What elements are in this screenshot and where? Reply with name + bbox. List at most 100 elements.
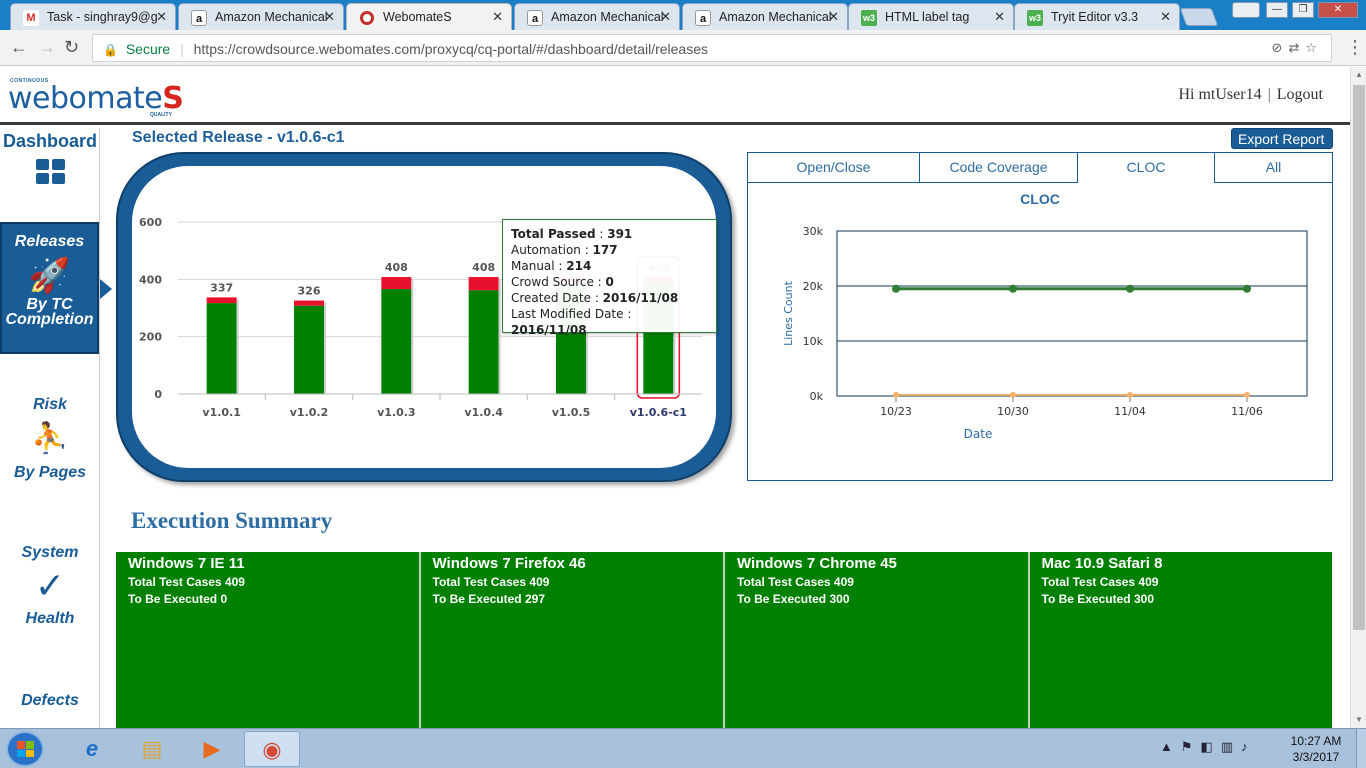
network-icon[interactable]: ▥ xyxy=(1221,739,1241,754)
bar-passed xyxy=(206,303,237,394)
greeting: Hi mtUser14 xyxy=(1178,86,1262,103)
office-icon[interactable]: ◧ xyxy=(1201,739,1221,754)
logo-text: webomate xyxy=(8,81,163,116)
logout-link[interactable]: Logout xyxy=(1277,86,1323,103)
browser-tab[interactable]: a Amazon Mechanical ✕ xyxy=(682,3,848,30)
close-window-icon[interactable]: ✕ xyxy=(1318,2,1358,18)
forward-arrow-icon[interactable]: → xyxy=(38,37,56,58)
browser-tab[interactable]: w3 HTML label tag ✕ xyxy=(848,3,1014,30)
browser-tab[interactable]: a Amazon Mechanical ✕ xyxy=(178,3,344,30)
show-desktop-button[interactable] xyxy=(1356,729,1366,768)
user-area: Hi mtUser14 | Logout xyxy=(1178,86,1323,104)
bar-passed xyxy=(381,289,412,394)
browser-tab[interactable]: w3 Tryit Editor v3.3 ✕ xyxy=(1014,3,1180,30)
series-point xyxy=(1126,284,1134,293)
execution-card[interactable]: Mac 10.9 Safari 8 Total Test Cases 409 T… xyxy=(1029,552,1332,728)
start-button[interactable] xyxy=(6,731,44,767)
internet-explorer-icon[interactable]: e xyxy=(64,731,120,767)
taskbar-clock[interactable]: 10:27 AM 3/3/2017 xyxy=(1282,733,1350,765)
scroll-down-arrow-icon[interactable]: ▼ xyxy=(1351,712,1366,728)
x-tick-label: v1.0.3 xyxy=(377,406,416,419)
close-tab-icon[interactable]: ✕ xyxy=(660,9,671,25)
close-tab-icon[interactable]: ✕ xyxy=(156,9,167,25)
sidebar-item-releases[interactable]: Releases 🚀 By TC Completion xyxy=(0,222,99,354)
url-separator: | xyxy=(180,41,184,57)
address-bar: ← → ↻ 🔒 Secure | https://crowdsource.web… xyxy=(0,30,1366,66)
to-be-executed: To Be Executed 0 xyxy=(128,592,228,606)
rocket-icon: 🚀 xyxy=(28,257,71,295)
tab-title: Amazon Mechanical xyxy=(719,10,832,24)
close-tab-icon[interactable]: ✕ xyxy=(994,9,1005,25)
browser-tab[interactable]: a Amazon Mechanical ✕ xyxy=(514,3,680,30)
chrome-icon[interactable]: ◉ xyxy=(244,731,300,767)
show-hidden-icons[interactable]: ▲ xyxy=(1160,739,1181,754)
close-tab-icon[interactable]: ✕ xyxy=(828,9,839,25)
y-tick-label: 0k xyxy=(810,390,824,403)
release-tooltip: Total Passed : 391 Automation : 177 Manu… xyxy=(502,219,717,337)
y-tick-label: 600 xyxy=(139,216,162,229)
volume-icon[interactable]: ♪ xyxy=(1241,739,1256,754)
cloc-line-chart: 0k 10k 20k 30k 10/23 10/30 11/04 11/06 Date Lines… xyxy=(782,225,1308,441)
close-tab-icon[interactable]: ✕ xyxy=(492,9,503,25)
lock-icon: 🔒 xyxy=(103,43,118,57)
bookmark-star-icon[interactable]: ☆ xyxy=(1305,40,1323,55)
risk-person-icon: ⛹ xyxy=(31,422,69,455)
blocked-popup-icon[interactable]: ⊘ xyxy=(1272,40,1289,55)
webomates-logo[interactable]: webomateS xyxy=(8,81,184,116)
cloc-panel: Open/Close Code Coverage CLOC All CLOC 0… xyxy=(747,152,1333,481)
reload-icon[interactable]: ↻ xyxy=(64,37,79,58)
browser-tab-active[interactable]: WebomateS ✕ xyxy=(346,3,512,30)
back-arrow-icon[interactable]: ← xyxy=(10,37,28,58)
to-be-executed: To Be Executed 297 xyxy=(432,592,546,606)
action-center-icon[interactable]: ⚑ xyxy=(1181,739,1201,754)
file-explorer-icon[interactable]: ▤ xyxy=(124,731,180,767)
x-tick-label: 10/23 xyxy=(880,405,912,418)
sidebar-item-system-health[interactable]: System ✓ Health xyxy=(0,544,100,628)
app-header: CONTINUOUS webomateS QUALITY Hi mtUser14… xyxy=(0,67,1350,125)
sidebar-item-label: System xyxy=(21,544,79,561)
gmail-icon: M xyxy=(23,10,39,26)
y-tick-label: 0 xyxy=(154,388,162,401)
execution-card[interactable]: Windows 7 Chrome 45 Total Test Cases 409… xyxy=(725,552,1030,728)
sidebar-item-sublabel: By TC Completion xyxy=(5,296,94,328)
translate-icon[interactable]: ⇄ xyxy=(1288,40,1305,55)
sidebar-item-defects[interactable]: Defects xyxy=(0,692,100,710)
scroll-thumb[interactable] xyxy=(1353,85,1365,630)
bar-total-label: 408 xyxy=(385,261,408,274)
export-report-button[interactable]: Export Report ▼ xyxy=(1231,128,1333,162)
minimize-icon[interactable]: — xyxy=(1266,2,1288,18)
to-be-executed: To Be Executed 300 xyxy=(1041,592,1155,606)
execution-card[interactable]: Windows 7 IE 11 Total Test Cases 409 To … xyxy=(116,552,421,728)
sidebar-item-label: Dashboard xyxy=(2,131,98,151)
sidebar-item-dashboard[interactable]: Dashboard xyxy=(0,131,100,184)
series-point xyxy=(1127,391,1133,398)
page-scrollbar[interactable]: ▲ ▼ xyxy=(1350,67,1366,728)
amazon-icon: a xyxy=(695,10,711,26)
url-field[interactable]: 🔒 Secure | https://crowdsource.webomates… xyxy=(92,34,1332,62)
maximize-icon[interactable]: ❐ xyxy=(1292,2,1314,18)
platform-name: Windows 7 IE 11 xyxy=(128,555,245,572)
execution-card[interactable]: Windows 7 Firefox 46 Total Test Cases 40… xyxy=(420,552,725,728)
sidebar-item-sublabel: Health xyxy=(25,610,75,627)
w3schools-icon: w3 xyxy=(1027,10,1043,26)
total-test-cases: Total Test Cases 409 xyxy=(1041,575,1159,589)
tooltip-row: Created Date : 2016/11/08 xyxy=(511,291,679,305)
x-tick-label: v1.0.6-c1 xyxy=(630,406,687,419)
w3schools-icon: w3 xyxy=(861,10,877,26)
sidebar-item-risk[interactable]: Risk ⛹ By Pages xyxy=(0,396,100,482)
browser-tab[interactable]: M Task - singhray9@g ✕ xyxy=(10,3,176,30)
profile-button[interactable] xyxy=(1232,2,1260,18)
health-check-icon: ✓ xyxy=(34,565,66,606)
bar-failed xyxy=(381,277,412,290)
total-test-cases: Total Test Cases 409 xyxy=(737,575,854,589)
x-tick-label: v1.0.5 xyxy=(552,406,591,419)
media-player-icon[interactable]: ▶ xyxy=(184,731,240,767)
secure-label: Secure xyxy=(125,41,171,57)
new-tab-button[interactable] xyxy=(1179,8,1219,26)
close-tab-icon[interactable]: ✕ xyxy=(1160,9,1171,25)
browser-tab-strip: M Task - singhray9@g ✕ a Amazon Mechanic… xyxy=(0,0,1366,30)
close-tab-icon[interactable]: ✕ xyxy=(324,9,335,25)
y-tick-label: 400 xyxy=(139,273,162,286)
browser-menu-icon[interactable]: ⋮ xyxy=(1346,37,1364,58)
scroll-up-arrow-icon[interactable]: ▲ xyxy=(1351,67,1366,83)
